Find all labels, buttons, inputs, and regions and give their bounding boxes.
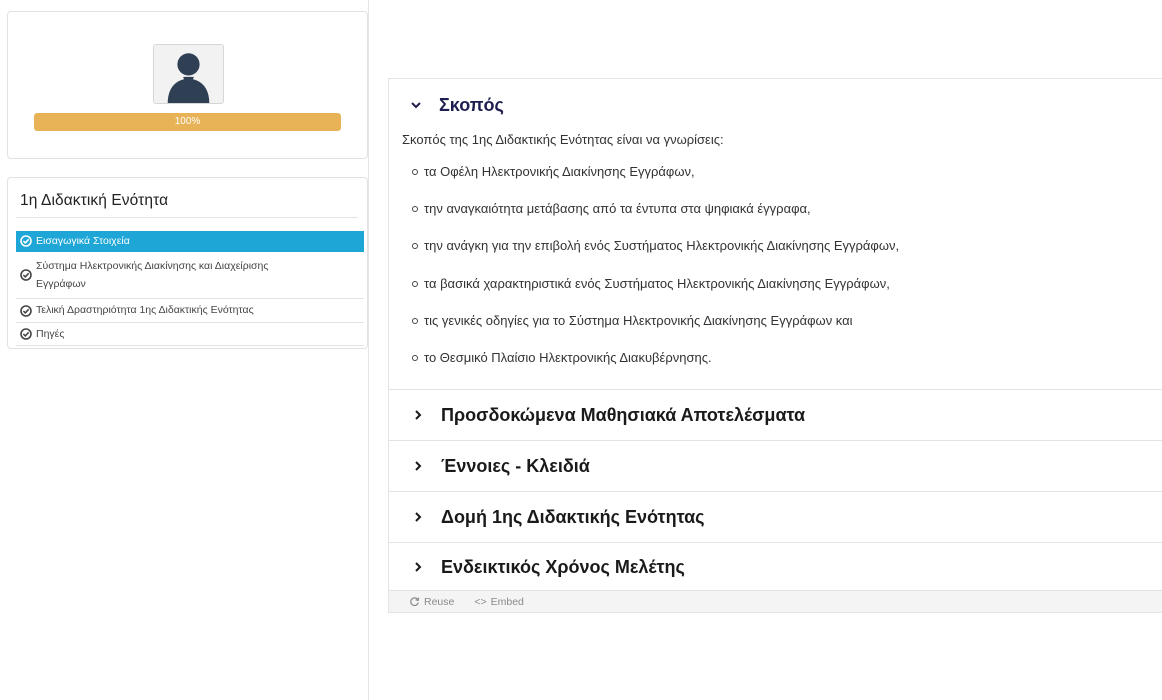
accordion-header-key-concepts[interactable]: Έννοιες - Κλειδιά xyxy=(389,441,1162,491)
accordion-section-unit-structure: Δομή 1ης Διδακτικής Ενότητας xyxy=(389,492,1162,543)
reuse-button[interactable]: Reuse xyxy=(409,596,454,608)
accordion-header-study-time[interactable]: Ενδεικτικός Χρόνος Μελέτης xyxy=(389,543,1162,591)
list-item: την ανάγκη για την επιβολή ενός Συστήματ… xyxy=(412,238,1152,275)
embed-button[interactable]: <> Embed xyxy=(474,595,524,609)
chevron-right-icon xyxy=(411,560,425,574)
unit-divider xyxy=(16,217,358,218)
chevron-right-icon xyxy=(411,408,425,422)
accordion-title: Σκοπός xyxy=(439,94,504,115)
accordion-section-learning-outcomes: Προσδοκώμενα Μαθησιακά Αποτελέσματα xyxy=(389,390,1162,441)
list-item: το Θεσμικό Πλαίσιο Ηλεκτρονικής Διακυβέρ… xyxy=(412,350,1152,387)
accordion-section-study-time: Ενδεικτικός Χρόνος Μελέτης xyxy=(389,543,1162,591)
accordion-panel: Σκοπός Σκοπός της 1ης Διδακτικής Ενότητα… xyxy=(388,78,1162,613)
check-circle-icon xyxy=(20,269,32,281)
accordion-header-scope[interactable]: Σκοπός xyxy=(389,79,1162,131)
accordion-title: Προσδοκώμενα Μαθησιακά Αποτελέσματα xyxy=(441,404,806,425)
chapter-item-label: Πηγές xyxy=(36,327,65,340)
scope-bullet-list: τα Οφέλη Ηλεκτρονικής Διακίνησης Εγγράφω… xyxy=(402,164,1152,387)
chapter-item-label: Σύστημα Ηλεκτρονικής Διακίνησης και Διαχ… xyxy=(36,257,268,293)
unit-chapter-list: Εισαγωγικά Στοιχεία Σύστημα Ηλεκτρονικής… xyxy=(16,231,364,346)
chapter-item-label-line1: Σύστημα Ηλεκτρονικής Διακίνησης και Διαχ… xyxy=(36,260,269,272)
accordion-title: Ενδεικτικός Χρόνος Μελέτης xyxy=(441,556,685,577)
list-item: τις γενικές οδηγίες για το Σύστημα Ηλεκτ… xyxy=(412,313,1152,350)
accordion-title: Έννοιες - Κλειδιά xyxy=(441,455,590,476)
unit-title: 1η Διδακτική Ενότητα xyxy=(20,192,169,209)
list-item: τα Οφέλη Ηλεκτρονικής Διακίνησης Εγγράφω… xyxy=(412,164,1152,201)
embed-code-icon: <> xyxy=(474,596,487,608)
progress-label: 100% xyxy=(174,116,201,127)
accordion-section-scope: Σκοπός Σκοπός της 1ης Διδακτικής Ενότητα… xyxy=(389,79,1162,390)
accordion-section-key-concepts: Έννοιες - Κλειδιά xyxy=(389,441,1162,492)
chapter-item-final-activity[interactable]: Τελική Δραστηριότητα 1ης Διδακτικής Ενότ… xyxy=(16,299,364,323)
reuse-arrows-icon xyxy=(409,596,420,607)
accordion-header-unit-structure[interactable]: Δομή 1ης Διδακτικής Ενότητας xyxy=(389,492,1162,542)
reuse-label: Reuse xyxy=(424,595,455,608)
unit-navigation-card: 1η Διδακτική Ενότητα Εισαγωγικά Στοιχεία… xyxy=(7,177,368,349)
scope-intro-text: Σκοπός της 1ης Διδακτικής Ενότητας είναι… xyxy=(402,132,724,147)
check-circle-icon xyxy=(20,304,32,317)
embed-label: Embed xyxy=(490,595,524,608)
list-item: την αναγκαιότητα μετάβασης από τα έντυπα… xyxy=(412,201,1152,238)
content-footer-bar: Reuse <> Embed xyxy=(389,590,1162,612)
profile-card: 100% xyxy=(7,11,368,159)
chevron-right-icon xyxy=(411,510,425,524)
chevron-down-icon xyxy=(409,98,423,112)
accordion-body-scope: Σκοπός της 1ης Διδακτικής Ενότητας είναι… xyxy=(402,132,1152,387)
check-circle-icon xyxy=(20,235,32,247)
check-circle-icon xyxy=(20,328,32,340)
chapter-item-label-line2: Εγγράφων xyxy=(36,278,86,290)
progress-bar: 100% xyxy=(34,113,341,131)
chapter-item-introduction[interactable]: Εισαγωγικά Στοιχεία xyxy=(16,231,364,252)
list-item: τα βασικά χαρακτηριστικά ενός Συστήματος… xyxy=(412,276,1152,313)
left-sidebar: 100% 1η Διδακτική Ενότητα Εισαγωγικά Στο… xyxy=(0,0,369,700)
chapter-item-label: Εισαγωγικά Στοιχεία xyxy=(36,234,130,247)
chapter-item-document-management[interactable]: Σύστημα Ηλεκτρονικής Διακίνησης και Διαχ… xyxy=(16,252,364,299)
chevron-right-icon xyxy=(411,459,425,473)
accordion-header-learning-outcomes[interactable]: Προσδοκώμενα Μαθησιακά Αποτελέσματα xyxy=(389,390,1162,440)
user-silhouette-icon xyxy=(153,44,224,104)
accordion-title: Δομή 1ης Διδακτικής Ενότητας xyxy=(441,506,705,527)
chapter-item-label: Τελική Δραστηριότητα 1ης Διδακτικής Ενότ… xyxy=(36,304,254,316)
chapter-item-sources[interactable]: Πηγές xyxy=(16,323,364,346)
